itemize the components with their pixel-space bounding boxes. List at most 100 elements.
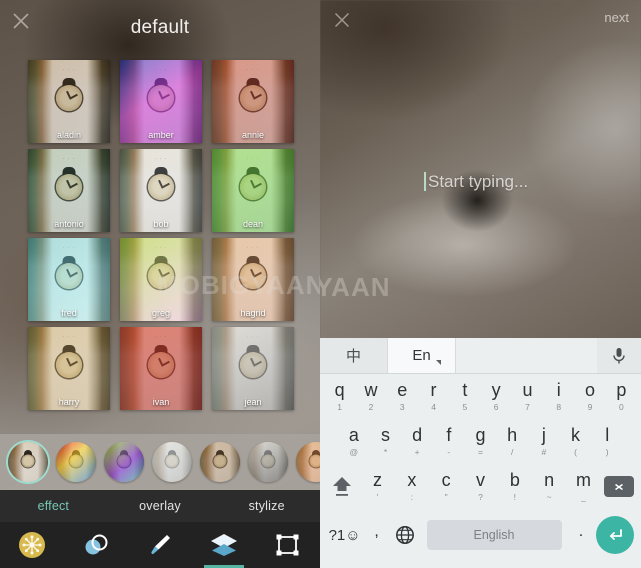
filmstrip-thumb-selected[interactable] bbox=[8, 442, 48, 482]
key-x[interactable]: x: bbox=[395, 464, 429, 509]
close-icon[interactable] bbox=[332, 10, 352, 30]
key-p[interactable]: p0 bbox=[606, 374, 637, 419]
tab-overlay[interactable]: overlay bbox=[107, 499, 214, 513]
key-sub-label: ( bbox=[574, 447, 577, 458]
key-main-label: t bbox=[462, 380, 468, 401]
key-a[interactable]: a @ bbox=[338, 419, 370, 464]
key-main-label: n bbox=[544, 470, 555, 491]
keyboard-row-1: q1w2e3r4t5y6u7i8o9p0 bbox=[320, 374, 641, 419]
microphone-icon[interactable] bbox=[597, 338, 641, 373]
key-l[interactable]: l) bbox=[591, 419, 623, 464]
next-button[interactable]: next bbox=[604, 10, 629, 25]
symbols-key[interactable]: ?1☺ bbox=[326, 527, 363, 544]
watermark: MOBIGYAAN bbox=[157, 270, 320, 300]
contrast-circles-icon[interactable] bbox=[64, 522, 128, 568]
key-sub-label: = bbox=[478, 447, 483, 458]
brush-icon[interactable] bbox=[128, 522, 192, 568]
filter-thumb[interactable]: · · ·dean bbox=[212, 149, 294, 232]
filter-thumb[interactable]: · · ·fred bbox=[28, 238, 110, 321]
key-sub-label: # bbox=[541, 447, 547, 458]
key-b[interactable]: b! bbox=[498, 464, 532, 509]
key-s[interactable]: s * bbox=[370, 419, 402, 464]
key-sub-label: / bbox=[510, 447, 514, 458]
tab-stylize[interactable]: stylize bbox=[213, 499, 320, 513]
key-main-label: k bbox=[571, 425, 581, 446]
key-m[interactable]: m _ bbox=[566, 464, 600, 509]
key-r[interactable]: r4 bbox=[418, 374, 449, 419]
text-caret bbox=[424, 172, 426, 191]
key-g[interactable]: g = bbox=[465, 419, 497, 464]
filmstrip-thumb[interactable] bbox=[248, 442, 288, 482]
filter-name-label: bob bbox=[153, 219, 169, 229]
key-e[interactable]: e3 bbox=[387, 374, 418, 419]
filmstrip-thumb[interactable] bbox=[200, 442, 240, 482]
shift-icon[interactable] bbox=[324, 474, 360, 500]
filmstrip-thumb[interactable] bbox=[56, 442, 96, 482]
key-q[interactable]: q1 bbox=[324, 374, 355, 419]
comma-key[interactable]: , bbox=[363, 523, 390, 547]
key-h[interactable]: h / bbox=[496, 419, 528, 464]
filter-name-label: ivan bbox=[152, 397, 170, 407]
key-sub-label: 7 bbox=[525, 402, 530, 413]
filmstrip-thumb[interactable] bbox=[296, 442, 320, 482]
filter-thumb[interactable]: · · ·aladin bbox=[28, 60, 110, 143]
key-sub-label: 4 bbox=[431, 402, 436, 413]
key-main-label: x bbox=[407, 470, 417, 491]
filter-thumb[interactable]: · · ·annie bbox=[212, 60, 294, 143]
key-k[interactable]: k( bbox=[560, 419, 592, 464]
key-main-label: j bbox=[541, 425, 546, 446]
key-f[interactable]: f- bbox=[433, 419, 465, 464]
globe-icon[interactable] bbox=[390, 524, 420, 546]
key-sub-label: @ bbox=[349, 447, 359, 458]
filmstrip-thumb[interactable] bbox=[104, 442, 144, 482]
crop-transform-icon[interactable] bbox=[256, 522, 320, 568]
key-sub-label: 0 bbox=[618, 402, 624, 413]
language-tab-english-label: En bbox=[412, 347, 431, 364]
filter-thumb[interactable]: · · ·harry bbox=[28, 327, 110, 410]
key-y[interactable]: y6 bbox=[481, 374, 512, 419]
filter-picker-panel: default · · ·aladin· · ·amber· · ·annie·… bbox=[0, 0, 320, 568]
key-o[interactable]: o9 bbox=[574, 374, 605, 419]
tab-effect[interactable]: effect bbox=[0, 499, 107, 513]
left-header: default bbox=[0, 0, 320, 48]
key-j[interactable]: j # bbox=[528, 419, 560, 464]
filter-name-label: fred bbox=[61, 308, 77, 318]
text-input[interactable]: Start typing... bbox=[424, 172, 528, 192]
key-z[interactable]: z ' bbox=[360, 464, 394, 509]
key-u[interactable]: u7 bbox=[512, 374, 543, 419]
filmstrip-thumb[interactable] bbox=[152, 442, 192, 482]
key-main-label: r bbox=[430, 380, 437, 401]
key-main-label: p bbox=[616, 380, 627, 401]
filter-thumb[interactable]: · · ·amber bbox=[120, 60, 202, 143]
filter-thumb[interactable]: · · ·jean bbox=[212, 327, 294, 410]
snowflake-badge-icon[interactable] bbox=[0, 522, 64, 568]
category-tabbar: effect overlay stylize bbox=[0, 490, 320, 522]
filter-thumb[interactable]: · · ·antonio bbox=[28, 149, 110, 232]
space-key[interactable]: English bbox=[426, 520, 562, 550]
key-main-label: q bbox=[334, 380, 345, 401]
language-tab-chinese[interactable]: 中 bbox=[320, 338, 388, 373]
filmstrip-tint-overlay bbox=[200, 442, 240, 482]
key-t[interactable]: t5 bbox=[449, 374, 480, 419]
filter-thumb[interactable]: · · ·bob bbox=[120, 149, 202, 232]
key-main-label: z bbox=[373, 470, 383, 491]
language-bar-filler bbox=[456, 338, 597, 373]
key-c[interactable]: c " bbox=[429, 464, 463, 509]
key-sub-label: 3 bbox=[399, 402, 405, 413]
backspace-icon[interactable] bbox=[601, 476, 637, 497]
language-tab-english[interactable]: En bbox=[388, 338, 456, 373]
key-sub-label: 2 bbox=[368, 402, 374, 413]
period-key[interactable]: . bbox=[568, 523, 595, 547]
key-i[interactable]: i8 bbox=[543, 374, 574, 419]
filter-name-label: greg bbox=[151, 308, 170, 318]
key-d[interactable]: d + bbox=[401, 419, 433, 464]
key-main-label: c bbox=[441, 470, 451, 491]
layers-icon[interactable] bbox=[192, 522, 256, 568]
filter-thumb[interactable]: · · ·ivan bbox=[120, 327, 202, 410]
key-n[interactable]: n ~ bbox=[532, 464, 566, 509]
enter-icon[interactable] bbox=[595, 516, 636, 554]
filter-filmstrip[interactable] bbox=[0, 434, 320, 490]
key-w[interactable]: w2 bbox=[355, 374, 386, 419]
key-v[interactable]: v? bbox=[463, 464, 497, 509]
key-sub-label: 5 bbox=[462, 402, 468, 413]
